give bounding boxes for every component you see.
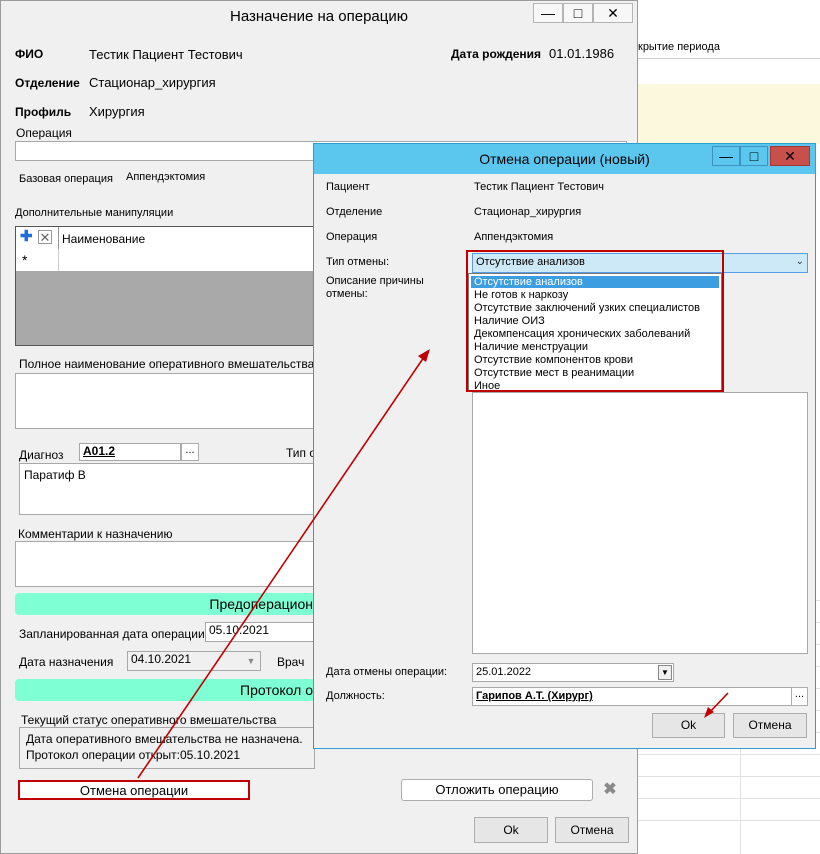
minimize-button[interactable]: — <box>533 3 563 23</box>
status-label: Текущий статус оперативного вмешательств… <box>21 713 277 727</box>
add-icon[interactable]: ✚ <box>20 229 34 244</box>
background-grid-line <box>638 754 820 755</box>
cancel-date-label: Дата отмены операции: <box>326 666 448 678</box>
protocol-section-bar[interactable]: Протокол о <box>15 679 315 701</box>
cancel-date-value: 25.01.2022 <box>476 666 532 678</box>
position-label: Должность: <box>326 690 385 702</box>
delete-icon[interactable]: ✕ <box>38 230 52 245</box>
dialog-department-label: Отделение <box>326 206 383 218</box>
cancel-date-input[interactable]: 25.01.2022 ▼ <box>472 663 674 682</box>
manipulations-new-row[interactable]: * <box>16 249 314 271</box>
position-lookup-button[interactable]: ... <box>791 687 808 706</box>
planned-date-input[interactable]: 05.10.2021 <box>205 622 315 642</box>
operation-label: Операция <box>16 126 72 140</box>
dob-value: 01.01.1986 <box>549 46 615 61</box>
close-button[interactable]: ✕ <box>593 3 633 23</box>
planned-date-value: 05.10.2021 <box>209 623 270 637</box>
planned-date-label: Запланированная дата операции <box>19 627 205 641</box>
dialog-operation-value: Аппендэктомия <box>474 231 554 243</box>
chevron-down-icon[interactable]: ⌄ <box>796 256 804 267</box>
status-box: Дата оперативного вмешательства не назна… <box>19 727 315 769</box>
dialog-cancel-button[interactable]: Отмена <box>733 713 807 738</box>
main-window-title: Назначение на операцию <box>229 8 408 25</box>
background-period-heading: крытие периода <box>638 36 820 59</box>
dialog-minimize-button[interactable]: — <box>712 146 740 166</box>
dialog-operation-label: Операция <box>326 231 378 243</box>
status-line-1: Дата оперативного вмешательства не назна… <box>26 732 303 746</box>
assign-date-label: Дата назначения <box>19 655 114 669</box>
position-value: Гарипов А.Т. (Хирург) <box>476 690 593 702</box>
department-label: Отделение <box>15 76 80 90</box>
profile-value: Хирургия <box>89 104 145 119</box>
annotation-highlight-box <box>466 250 724 392</box>
reason-label-line-1: Описание причины <box>326 275 424 287</box>
postpone-operation-button[interactable]: Отложить операцию <box>401 779 593 801</box>
dialog-department-value: Стационар_хирургия <box>474 206 582 218</box>
status-line-2: Протокол операции открыт:05.10.2021 <box>26 748 241 762</box>
full-name-textarea[interactable] <box>15 373 315 429</box>
diagnosis-text[interactable]: Паратиф В <box>19 463 315 515</box>
dialog-close-button[interactable]: ✕ <box>770 146 810 166</box>
reason-textarea[interactable] <box>472 392 808 654</box>
dialog-maximize-button[interactable]: □ <box>740 146 768 166</box>
comments-textarea[interactable] <box>15 541 315 587</box>
cancel-operation-button[interactable]: Отмена операции <box>18 780 250 800</box>
position-input[interactable]: Гарипов А.Т. (Хирург) <box>472 687 792 706</box>
manipulations-grid-header: ✚ ✕ Наименование <box>16 227 314 250</box>
doctor-label: Врач <box>277 655 305 669</box>
department-value: Стационар_хирургия <box>89 75 216 90</box>
profile-label: Профиль <box>15 105 72 119</box>
diagnosis-code-value: A01.2 <box>83 444 116 458</box>
chevron-down-icon[interactable]: ▼ <box>244 654 258 668</box>
dialog-ok-button[interactable]: Ok <box>652 713 725 738</box>
grid-divider <box>58 227 59 249</box>
ok-button[interactable]: Ok <box>474 817 548 843</box>
base-operation-value: Аппендэктомия <box>126 171 206 183</box>
background-grid-line <box>638 820 820 821</box>
diagnosis-label: Диагноз <box>19 448 64 462</box>
background-grid-line <box>638 798 820 799</box>
cancel-button[interactable]: Отмена <box>555 817 629 843</box>
cancel-operation-dialog: Отмена операции (новый) — □ ✕ Пациент Те… <box>313 143 816 749</box>
reason-label-line-2: отмены: <box>326 288 368 300</box>
preop-section-bar[interactable]: Предоперацион <box>15 593 315 615</box>
clear-icon[interactable]: ✖ <box>601 781 619 799</box>
fio-label: ФИО <box>15 47 44 61</box>
manipulations-label: Дополнительные манипуляции <box>15 207 174 219</box>
new-row-marker: * <box>22 252 28 268</box>
full-name-label: Полное наименование оперативного вмешате… <box>19 357 315 371</box>
chevron-down-icon[interactable]: ▼ <box>658 665 672 680</box>
diagnosis-lookup-button[interactable]: ... <box>181 443 199 461</box>
assign-date-input[interactable]: 04.10.2021 ▼ <box>127 651 261 671</box>
grid-divider <box>58 249 59 271</box>
diagnosis-code-input[interactable]: A01.2 <box>79 443 181 461</box>
dob-label: Дата рождения <box>451 47 542 61</box>
assign-date-value: 04.10.2021 <box>131 652 192 666</box>
background-yellow-area <box>638 84 820 144</box>
background-grid-line <box>638 776 820 777</box>
dialog-patient-value: Тестик Пациент Тестович <box>474 181 604 193</box>
diagnosis-text-value: Паратиф В <box>24 468 86 482</box>
manipulations-column-header: Наименование <box>62 232 146 246</box>
comments-label: Комментарии к назначению <box>18 527 173 541</box>
diagnosis-type-label: Тип о <box>286 446 317 460</box>
cancel-type-label: Тип отмены: <box>326 256 390 268</box>
maximize-button[interactable]: □ <box>563 3 593 23</box>
fio-value: Тестик Пациент Тестович <box>89 47 243 62</box>
manipulations-grid[interactable]: ✚ ✕ Наименование * <box>15 226 315 346</box>
base-operation-label: Базовая операция <box>19 173 113 185</box>
dialog-patient-label: Пациент <box>326 181 370 193</box>
